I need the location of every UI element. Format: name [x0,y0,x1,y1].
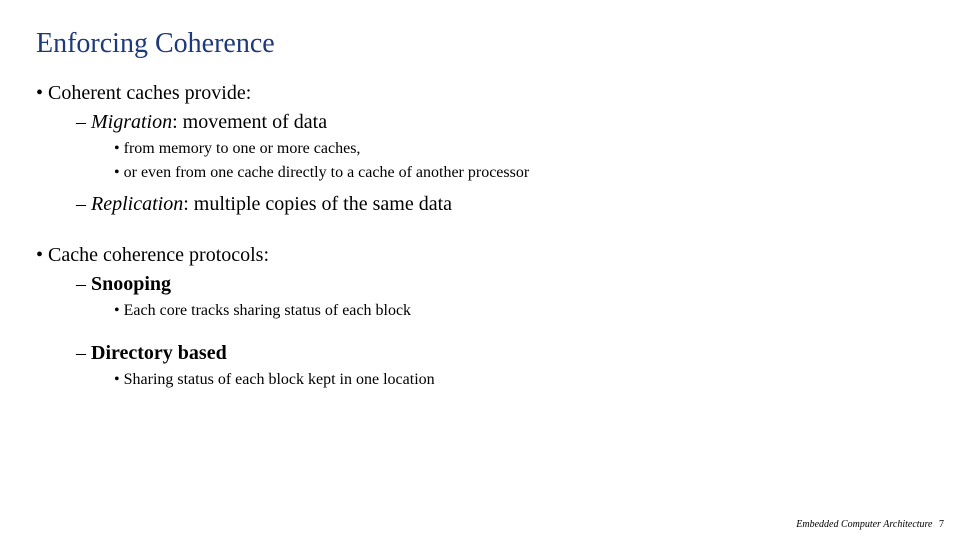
subsub-migration-1: from memory to one or more caches, [114,138,924,160]
subsub-text: from memory to one or more caches, [124,140,361,157]
subbullet-directory: Directory based [76,340,924,367]
subsub-snooping-1: Each core tracks sharing status of each … [114,300,924,322]
slide-title: Enforcing Coherence [36,28,924,60]
bullet-protocols: Cache coherence protocols: [36,242,924,269]
replication-rest: : multiple copies of the same data [183,193,452,215]
subsub-migration-2: or even from one cache directly to a cac… [114,162,924,184]
footer: Embedded Computer Architecture 7 [796,519,944,530]
subsub-text: Each core tracks sharing status of each … [124,302,411,319]
footer-course: Embedded Computer Architecture [796,519,932,530]
subsub-text: Sharing status of each block kept in one… [124,371,435,388]
subsub-text: or even from one cache directly to a cac… [124,164,530,181]
subsub-directory-1: Sharing status of each block kept in one… [114,369,924,391]
slide: Enforcing Coherence Coherent caches prov… [0,0,960,540]
migration-rest: : movement of data [172,111,327,133]
bullet-text: Cache coherence protocols: [48,244,269,266]
bullet-coherent-caches: Coherent caches provide: [36,80,924,107]
subbullet-replication: Replication: multiple copies of the same… [76,191,924,218]
term-snooping: Snooping [91,273,171,295]
term-replication: Replication [91,193,183,215]
subbullet-migration: Migration: movement of data [76,109,924,136]
subbullet-snooping: Snooping [76,271,924,298]
term-migration: Migration [91,111,172,133]
page-number: 7 [939,519,944,530]
term-directory: Directory based [91,342,227,364]
bullet-text: Coherent caches provide: [48,82,251,104]
